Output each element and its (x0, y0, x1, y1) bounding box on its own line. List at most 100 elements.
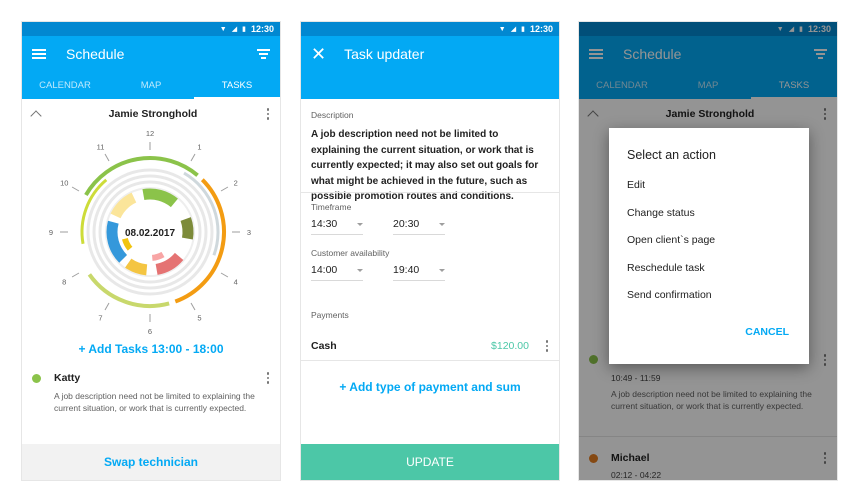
action-open-client-page[interactable]: Open client`s page (627, 234, 791, 262)
technician-name: Jamie Stronghold (108, 108, 198, 120)
status-time: 12:30 (250, 24, 274, 34)
status-dot (32, 373, 41, 383)
add-tasks-button[interactable]: + Add Tasks 13:00 - 18:00 (22, 342, 280, 356)
clock-tick (190, 153, 196, 162)
timeframe-from-value: 14:30 (311, 218, 338, 230)
availability-to-select[interactable]: 19:40 (393, 264, 445, 281)
clock-tick (220, 272, 229, 278)
task-updater-screen: ▼ ◢ ▮ 12:30 ✕ Task updater Description A… (301, 22, 559, 480)
description-section: Description A job description need not b… (311, 110, 549, 205)
status-bar: ▼ ◢ ▮ 12:30 (22, 22, 280, 36)
action-dialog: Select an action Edit Change status Open… (609, 128, 809, 364)
dialog-title: Select an action (627, 148, 716, 162)
swap-technician-button[interactable]: Swap technician (22, 444, 280, 480)
clock-tick (104, 302, 110, 311)
clock-tick (190, 302, 196, 311)
task-client-name: Katty (54, 372, 81, 384)
status-time: 12:30 (529, 24, 553, 34)
timeframe-to-select[interactable]: 20:30 (393, 218, 445, 235)
timeframe-from-select[interactable]: 14:30 (311, 218, 363, 235)
app-bar: Schedule (22, 36, 280, 72)
payment-row[interactable]: Cash $120.00 (311, 340, 549, 352)
divider (301, 360, 559, 361)
more-icon[interactable] (545, 340, 549, 352)
tab-map[interactable]: MAP (108, 72, 194, 99)
payments-label-wrap: Payments (311, 310, 549, 320)
payment-method: Cash (311, 340, 337, 352)
status-bar: ▼ ◢ ▮ 12:30 (301, 22, 559, 36)
schedule-screen: ▼ ◢ ▮ 12:30 Schedule CALENDAR MAP TASKS … (22, 22, 280, 480)
clock-tick (71, 272, 80, 278)
tab-calendar[interactable]: CALENDAR (22, 72, 108, 99)
clock-hour-label: 3 (247, 228, 251, 237)
payment-amount: $120.00 (491, 340, 529, 352)
availability-label: Customer availability (311, 248, 390, 258)
app-bar: ✕ Task updater (301, 36, 559, 72)
signal-icon: ◢ (510, 26, 517, 33)
technician-header: Jamie Stronghold (22, 99, 280, 129)
task-arc[interactable] (125, 258, 148, 276)
task-arc[interactable] (180, 217, 194, 240)
clock-hour-label: 10 (60, 179, 68, 188)
availability-from-select[interactable]: 14:00 (311, 264, 363, 281)
action-send-confirmation[interactable]: Send confirmation (627, 289, 791, 317)
timeframe-to-value: 20:30 (393, 218, 420, 230)
update-button[interactable]: UPDATE (301, 444, 559, 480)
schedule-clock: 12 1 2 3 4 5 6 7 8 9 10 11 08.02.2017 (22, 126, 280, 336)
availability-section: Customer availability 14:00 19:40 (311, 248, 549, 281)
action-change-status[interactable]: Change status (627, 207, 791, 235)
action-edit[interactable]: Edit (627, 179, 791, 207)
clock-hour-label: 4 (234, 278, 238, 287)
more-icon[interactable] (266, 108, 270, 120)
battery-icon: ▮ (242, 26, 246, 33)
clock-tick (104, 153, 110, 162)
clock-date: 08.02.2017 (125, 228, 175, 239)
caret-down-icon (439, 268, 445, 272)
close-icon[interactable]: ✕ (311, 45, 326, 63)
clock-hour-label: 6 (148, 327, 152, 336)
task-arc[interactable] (151, 251, 165, 261)
timeframe-label: Timeframe (311, 202, 352, 212)
app-bar-extension (301, 72, 559, 99)
clock-hour-label: 8 (62, 278, 66, 287)
tab-tasks[interactable]: TASKS (194, 72, 280, 99)
cancel-button[interactable]: CANCEL (745, 326, 789, 338)
clock-hour-label: 9 (49, 228, 53, 237)
filter-icon[interactable] (257, 49, 270, 59)
app-title: Task updater (344, 46, 425, 62)
add-payment-button[interactable]: + Add type of payment and sum (311, 380, 549, 394)
caret-down-icon (357, 268, 363, 272)
wifi-icon: ▼ (219, 25, 227, 33)
menu-icon[interactable] (32, 49, 46, 59)
task-arc[interactable] (121, 237, 133, 251)
clock-tick (71, 186, 80, 192)
clock-hour-label: 5 (197, 314, 201, 323)
clock-hour-label: 11 (97, 142, 105, 151)
clock-tick (220, 186, 229, 192)
clock-hour-label: 1 (197, 142, 201, 151)
signal-icon: ◢ (231, 26, 238, 33)
action-reschedule-task[interactable]: Reschedule task (627, 262, 791, 290)
more-icon[interactable] (266, 372, 270, 384)
availability-from-value: 14:00 (311, 264, 338, 276)
task-row[interactable]: Katty (32, 372, 270, 384)
clock-hour-label: 7 (98, 314, 102, 323)
task-arc[interactable] (106, 220, 128, 263)
clock-hour-label: 2 (234, 179, 238, 188)
description-label: Description (311, 110, 354, 120)
tab-bar: CALENDAR MAP TASKS (22, 72, 280, 99)
divider (301, 192, 559, 193)
caret-down-icon (439, 222, 445, 226)
clock-svg: 121234567891011 08.02.2017 (49, 129, 251, 336)
app-title: Schedule (66, 46, 125, 62)
task-arc[interactable] (142, 188, 178, 208)
wifi-icon: ▼ (498, 25, 506, 33)
timeframe-section: Timeframe 14:30 20:30 (311, 202, 549, 235)
task-description: A job description need not be limited to… (54, 391, 255, 413)
payments-label: Payments (311, 310, 349, 320)
caret-down-icon (357, 222, 363, 226)
clock-hour-label: 12 (146, 129, 154, 138)
battery-icon: ▮ (521, 26, 525, 33)
availability-to-value: 19:40 (393, 264, 420, 276)
schedule-action-screen: ▼ ◢ ▮ 12:30 Schedule CALENDAR MAP TASKS … (579, 22, 837, 480)
